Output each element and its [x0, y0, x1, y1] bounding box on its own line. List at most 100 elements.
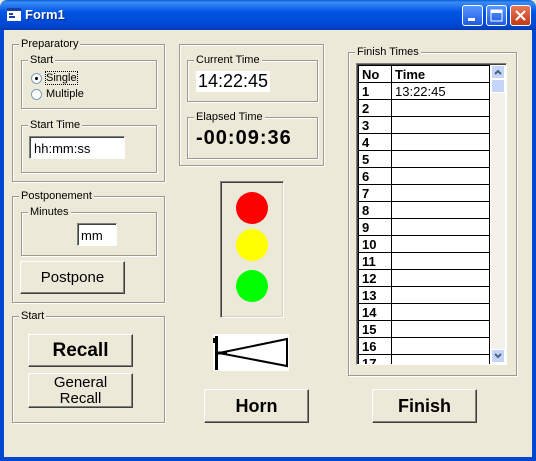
start-time-input[interactable]: hh:mm:ss: [29, 136, 125, 159]
table-row[interactable]: 12: [358, 269, 490, 287]
finish-time-cell[interactable]: [391, 218, 490, 236]
finish-time-cell[interactable]: [391, 201, 490, 219]
finish-time-cell[interactable]: [391, 184, 490, 202]
finish-time-cell[interactable]: [391, 354, 490, 364]
row-number-cell: 12: [358, 269, 392, 287]
horn-image: [213, 334, 289, 371]
preparatory-legend: Preparatory: [19, 38, 81, 51]
radio-single[interactable]: [31, 73, 42, 84]
finish-times-table: No Time 1 13:22:45 2 3 4 5 6 7 8 9 10 11 12 13 14 15 16 1…: [358, 65, 490, 364]
table-row[interactable]: 1 13:22:45: [358, 82, 490, 100]
row-number-cell: 17: [358, 354, 392, 364]
column-header-time: Time: [391, 65, 490, 83]
recall-button[interactable]: Recall: [28, 334, 133, 367]
row-number-cell: 8: [358, 201, 392, 219]
horn-button[interactable]: Horn: [204, 389, 309, 423]
finish-time-cell[interactable]: [391, 252, 490, 270]
table-row[interactable]: 8: [358, 201, 490, 219]
row-number-cell: 4: [358, 133, 392, 151]
radio-multiple-label[interactable]: Multiple: [46, 88, 84, 100]
red-light: [236, 192, 268, 224]
general-recall-button[interactable]: General Recall: [28, 373, 133, 408]
minutes-legend: Minutes: [28, 206, 71, 219]
row-number-cell: 3: [358, 116, 392, 134]
maximize-icon: [490, 9, 503, 22]
window-frame-left: [0, 30, 4, 461]
row-number-cell: 13: [358, 286, 392, 304]
finish-time-cell[interactable]: [391, 116, 490, 134]
row-number-cell: 11: [358, 252, 392, 270]
time-group: Current Time 14:22:45 Elapsed Time -00:0…: [179, 44, 324, 166]
table-row[interactable]: 5: [358, 150, 490, 168]
finish-times-group: Finish Times No Time 1 13:22:45 2 3 4 5 6 7 8 9 10…: [348, 46, 517, 376]
finish-button[interactable]: Finish: [372, 389, 477, 423]
finish-time-cell[interactable]: [391, 269, 490, 287]
title-bar[interactable]: Form1: [0, 0, 536, 30]
table-row[interactable]: 7: [358, 184, 490, 202]
start-mode-group: Start Single Multiple: [21, 54, 157, 109]
row-number-cell: 7: [358, 184, 392, 202]
finish-time-cell[interactable]: [391, 133, 490, 151]
elapsed-time-legend: Elapsed Time: [194, 111, 265, 124]
scroll-up-button[interactable]: [491, 65, 505, 79]
row-number-cell: 2: [358, 99, 392, 117]
table-row[interactable]: 13: [358, 286, 490, 304]
minutes-group: Minutes mm: [21, 206, 157, 256]
maximize-button[interactable]: [486, 5, 507, 26]
finish-time-cell[interactable]: [391, 337, 490, 355]
table-row[interactable]: 17: [358, 354, 490, 364]
general-recall-label-line2: Recall: [59, 389, 102, 407]
start-mode-legend: Start: [28, 54, 56, 67]
finish-time-cell[interactable]: 13:22:45: [391, 82, 490, 100]
row-number-cell: 14: [358, 303, 392, 321]
minutes-input[interactable]: mm: [77, 223, 117, 246]
green-light: [236, 270, 268, 302]
close-button[interactable]: [510, 5, 531, 26]
start-time-group: Start Time hh:mm:ss: [21, 119, 157, 173]
finish-time-cell[interactable]: [391, 99, 490, 117]
finish-times-legend: Finish Times: [355, 46, 421, 59]
postpone-button[interactable]: Postpone: [20, 261, 125, 294]
table-row[interactable]: 10: [358, 235, 490, 253]
window-frame-bottom: [0, 457, 536, 461]
radio-single-label[interactable]: Single: [45, 71, 78, 85]
table-row[interactable]: 15: [358, 320, 490, 338]
finish-time-cell[interactable]: [391, 167, 490, 185]
elapsed-time-group: Elapsed Time -00:09:36: [187, 111, 318, 159]
chevron-down-icon: [494, 353, 502, 359]
yellow-light: [236, 229, 268, 261]
postponement-group: Postponement Minutes mm Postpone: [12, 190, 165, 303]
table-row[interactable]: 9: [358, 218, 490, 236]
scroll-thumb[interactable]: [491, 79, 505, 93]
table-row[interactable]: 6: [358, 167, 490, 185]
row-number-cell: 9: [358, 218, 392, 236]
table-row[interactable]: 11: [358, 252, 490, 270]
finish-times-grid[interactable]: No Time 1 13:22:45 2 3 4 5 6 7 8 9 10 11 12 13 14 15 16 1…: [356, 63, 507, 365]
finish-time-cell[interactable]: [391, 150, 490, 168]
minimize-button[interactable]: [462, 5, 483, 26]
scroll-down-button[interactable]: [491, 349, 505, 363]
vertical-scrollbar[interactable]: [491, 65, 505, 363]
table-row[interactable]: 2: [358, 99, 490, 117]
app-icon: [7, 8, 21, 21]
finish-time-cell[interactable]: [391, 235, 490, 253]
column-header-no: No: [358, 65, 392, 83]
finish-time-cell[interactable]: [391, 320, 490, 338]
table-row[interactable]: 16: [358, 337, 490, 355]
table-row[interactable]: 4: [358, 133, 490, 151]
table-row[interactable]: 3: [358, 116, 490, 134]
preparatory-group: Preparatory Start Single Multiple Start …: [12, 38, 165, 182]
current-time-value: 14:22:45: [196, 71, 271, 92]
finish-time-cell[interactable]: [391, 303, 490, 321]
radio-multiple[interactable]: [31, 89, 42, 100]
general-recall-label-line1: General: [53, 373, 108, 391]
table-row[interactable]: 14: [358, 303, 490, 321]
row-number-cell: 5: [358, 150, 392, 168]
signal-light-panel: [220, 181, 284, 318]
minimize-icon: [468, 18, 475, 21]
row-number-cell: 1: [358, 82, 392, 100]
postponement-legend: Postponement: [19, 190, 94, 203]
start-time-legend: Start Time: [28, 119, 83, 132]
finish-time-cell[interactable]: [391, 286, 490, 304]
start-group: Start Recall General Recall: [12, 310, 165, 423]
